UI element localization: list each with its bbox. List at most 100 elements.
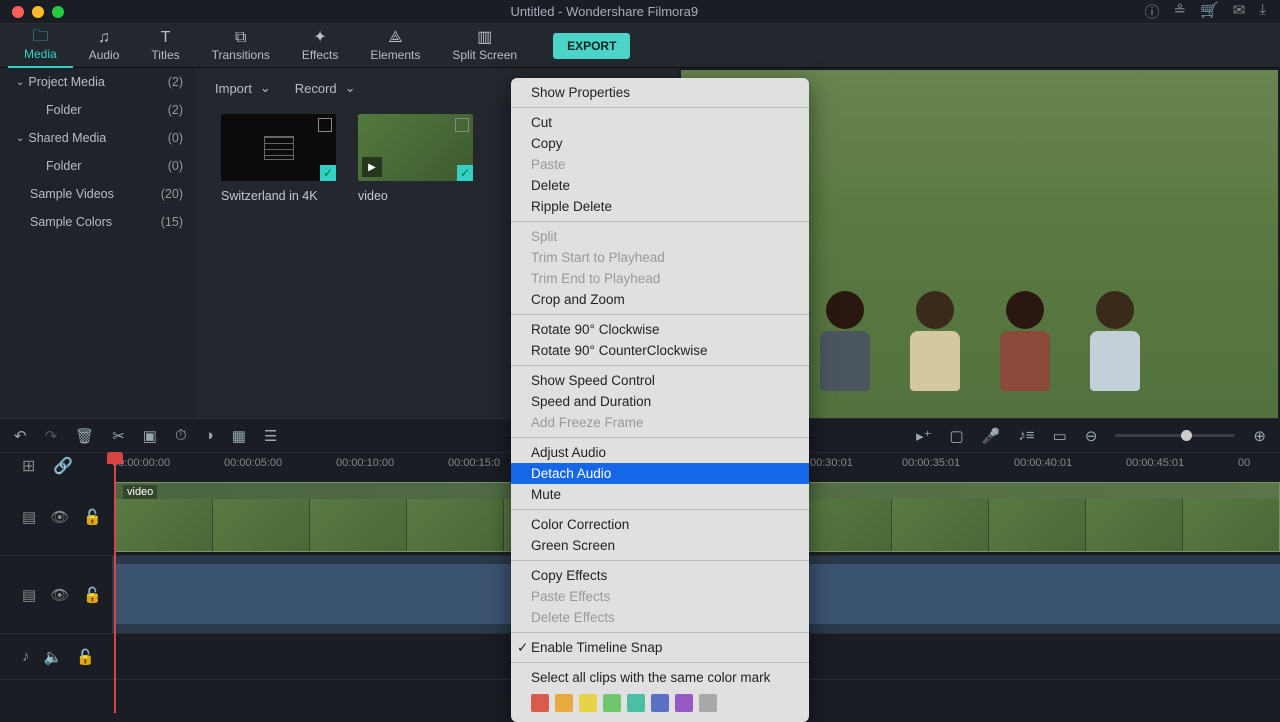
color-swatch[interactable] — [627, 694, 645, 712]
sidebar-item-project-media[interactable]: ⌄Project Media(2) — [0, 68, 195, 96]
track-layers-icon[interactable]: ▤ — [22, 508, 36, 526]
aspect-button[interactable]: ▭ — [1053, 427, 1067, 445]
zoom-out-button[interactable]: ⊖ — [1085, 427, 1098, 445]
context-menu-item[interactable]: Speed and Duration — [511, 391, 809, 412]
context-menu-item[interactable]: Show Properties — [511, 82, 809, 103]
window-close-button[interactable] — [12, 6, 24, 18]
undo-button[interactable]: ↶ — [14, 427, 27, 445]
redo-button[interactable]: ↷ — [45, 427, 58, 445]
media-thumb-video[interactable]: ▶✓ video — [358, 114, 473, 203]
tab-transitions[interactable]: ⧉Transitions — [196, 24, 286, 68]
context-menu-item[interactable]: Detach Audio — [511, 463, 809, 484]
track-layers-icon[interactable]: ▤ — [22, 586, 36, 604]
context-menu-item: Paste — [511, 154, 809, 175]
context-menu-separator — [511, 662, 809, 663]
sidebar-item-sample-videos[interactable]: Sample Videos(20) — [0, 180, 195, 208]
main-tabs: 🗀Media ♫Audio TTitles ⧉Transitions ✦Effe… — [0, 24, 1280, 68]
green-screen-button[interactable]: ▦ — [232, 427, 246, 445]
context-menu-item: Add Freeze Frame — [511, 412, 809, 433]
sidebar-item-shared-media[interactable]: ⌄Shared Media(0) — [0, 124, 195, 152]
play-icon: ▶ — [362, 157, 382, 177]
chevron-down-icon: ⌄ — [260, 80, 271, 96]
context-menu-item[interactable]: Rotate 90° CounterClockwise — [511, 340, 809, 361]
lock-icon[interactable]: 🔓 — [83, 508, 102, 526]
context-menu-item[interactable]: Green Screen — [511, 535, 809, 556]
color-swatch[interactable] — [651, 694, 669, 712]
music-track-head: ♪ 🔈 🔓 — [0, 634, 112, 680]
window-minimize-button[interactable] — [32, 6, 44, 18]
sidebar-item-sample-colors[interactable]: Sample Colors(15) — [0, 208, 195, 236]
window-title: Untitled - Wondershare Filmora9 — [64, 4, 1145, 19]
speed-button[interactable]: ⏱ — [175, 427, 187, 444]
cut-button[interactable]: ✂ — [112, 427, 125, 445]
zoom-in-button[interactable]: ⊕ — [1253, 427, 1266, 445]
media-thumb-switzerland[interactable]: ✓ Switzerland in 4K — [221, 114, 336, 203]
context-menu-item[interactable]: Color Correction — [511, 514, 809, 535]
context-menu-item[interactable]: Delete — [511, 175, 809, 196]
sidebar-item-folder[interactable]: Folder(2) — [0, 96, 195, 124]
trash-button[interactable]: 🗑 — [75, 427, 94, 445]
context-menu-item[interactable]: Adjust Audio — [511, 442, 809, 463]
color-swatch[interactable] — [675, 694, 693, 712]
crop-button[interactable]: ▣ — [143, 427, 157, 445]
speaker-icon[interactable]: 🔈 — [44, 648, 63, 666]
context-menu-item[interactable]: Crop and Zoom — [511, 289, 809, 310]
context-menu: Show Properties CutCopyPasteDeleteRipple … — [511, 78, 809, 722]
tab-elements[interactable]: ⟁Elements — [354, 24, 436, 68]
audio-track-head: ▤ 👁 🔓 — [0, 556, 112, 634]
marker-button[interactable]: ▢ — [950, 427, 964, 445]
zoom-slider[interactable] — [1115, 434, 1235, 437]
context-menu-item[interactable]: Ripple Delete — [511, 196, 809, 217]
cart-icon[interactable]: 🛒 — [1200, 1, 1219, 22]
context-menu-item[interactable]: Copy — [511, 133, 809, 154]
color-swatch[interactable] — [579, 694, 597, 712]
lock-icon[interactable]: 🔓 — [83, 586, 102, 604]
lock-icon[interactable]: 🔓 — [76, 648, 95, 666]
export-button[interactable]: EXPORT — [553, 33, 630, 59]
context-menu-separator — [511, 509, 809, 510]
context-menu-item[interactable]: Cut — [511, 112, 809, 133]
eye-icon[interactable]: 👁 — [50, 508, 69, 526]
voiceover-button[interactable]: 🎤 — [982, 427, 1001, 445]
mail-icon[interactable]: ✉ — [1233, 1, 1246, 22]
context-menu-separator — [511, 560, 809, 561]
tab-media[interactable]: 🗀Media — [8, 24, 73, 68]
eye-icon[interactable]: 👁 — [50, 586, 69, 604]
window-zoom-button[interactable] — [52, 6, 64, 18]
color-swatch[interactable] — [699, 694, 717, 712]
help-icon[interactable]: ⓘ — [1145, 1, 1160, 22]
context-menu-separator — [511, 437, 809, 438]
mixer-button[interactable]: ♪≡ — [1018, 427, 1034, 444]
context-menu-item[interactable]: ✓Enable Timeline Snap — [511, 637, 809, 658]
tab-titles[interactable]: TTitles — [135, 24, 195, 68]
context-menu-item[interactable]: Copy Effects — [511, 565, 809, 586]
context-menu-item[interactable]: Rotate 90° Clockwise — [511, 319, 809, 340]
color-swatch[interactable] — [603, 694, 621, 712]
link-icon[interactable]: 🔗 — [53, 456, 73, 476]
music-icon[interactable]: ♪ — [22, 648, 30, 665]
tab-audio[interactable]: ♫Audio — [73, 24, 136, 68]
import-dropdown[interactable]: Import⌄ — [215, 80, 271, 96]
record-dropdown[interactable]: Record⌄ — [295, 80, 356, 96]
playhead[interactable] — [114, 453, 116, 713]
render-button[interactable]: ▸⁺ — [916, 427, 931, 445]
color-swatch[interactable] — [531, 694, 549, 712]
track-options-icon[interactable]: ⊞ — [22, 456, 35, 476]
context-menu-item[interactable]: Mute — [511, 484, 809, 505]
account-icon[interactable]: ≗ — [1174, 1, 1187, 22]
context-menu-item[interactable]: Select all clips with the same color mar… — [511, 667, 809, 688]
color-swatch[interactable] — [555, 694, 573, 712]
effects-icon: ✦ — [313, 30, 326, 46]
music-icon: ♫ — [98, 30, 110, 46]
tab-split-screen[interactable]: ▥Split Screen — [436, 24, 533, 68]
check-icon: ✓ — [457, 165, 473, 181]
tuner-button[interactable]: ☰ — [264, 427, 277, 445]
film-icon — [264, 136, 294, 160]
color-button[interactable]: ◑ — [205, 427, 214, 444]
split-icon: ▥ — [477, 30, 492, 46]
context-menu-item: Split — [511, 226, 809, 247]
download-icon[interactable]: ⤓ — [1259, 1, 1266, 22]
tab-effects[interactable]: ✦Effects — [286, 24, 354, 68]
sidebar-item-folder-shared[interactable]: Folder(0) — [0, 152, 195, 180]
context-menu-item[interactable]: Show Speed Control — [511, 370, 809, 391]
